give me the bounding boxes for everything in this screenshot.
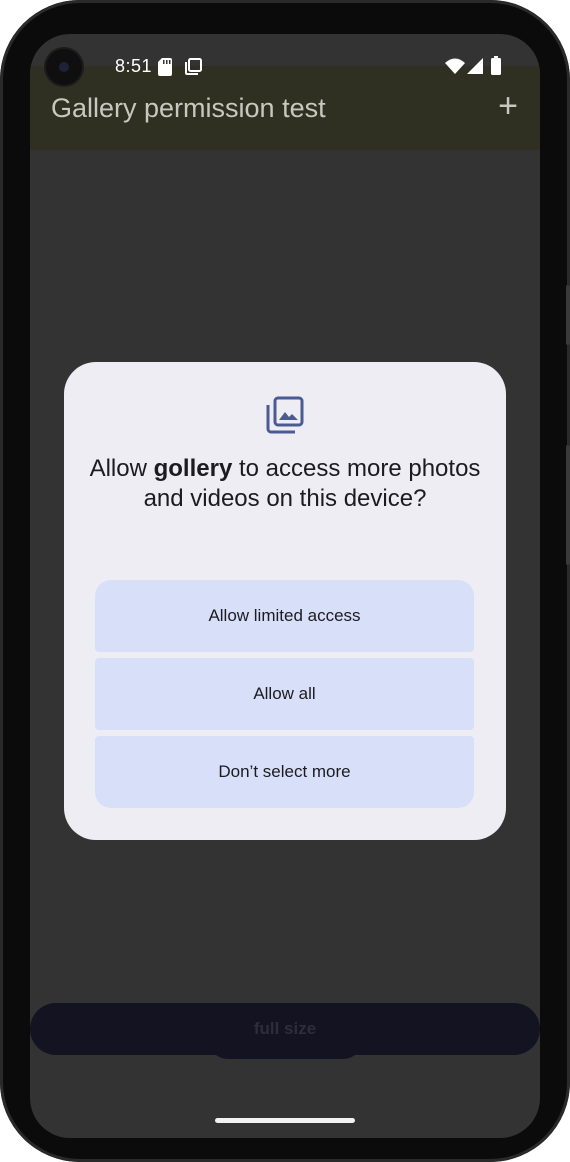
signal-icon: [467, 58, 483, 74]
dialog-title: Allow gollery to access more photos and …: [84, 454, 486, 514]
wifi-icon: [445, 58, 465, 74]
permission-dialog: Allow gollery to access more photos and …: [64, 362, 506, 840]
phone-frame: Gallery permission test + 8:51 full size…: [0, 0, 570, 1162]
screenshot-icon: [185, 58, 202, 75]
status-bar: 8:51: [30, 34, 540, 98]
front-camera: [46, 49, 82, 85]
photo-library-icon: [266, 396, 304, 434]
battery-icon: [491, 56, 501, 75]
full-size-button[interactable]: full size: [30, 1003, 540, 1055]
volume-button: [566, 285, 570, 345]
home-indicator[interactable]: [215, 1118, 355, 1123]
sd-card-icon: [158, 58, 172, 76]
allow-all-button[interactable]: Allow all: [95, 658, 474, 730]
app-name: gollery: [153, 455, 233, 482]
dont-select-more-button[interactable]: Don’t select more: [95, 736, 474, 808]
status-time: 8:51: [115, 56, 153, 76]
title-prefix: Allow: [89, 455, 154, 482]
power-button: [566, 445, 570, 565]
allow-limited-access-button[interactable]: Allow limited access: [95, 580, 474, 652]
